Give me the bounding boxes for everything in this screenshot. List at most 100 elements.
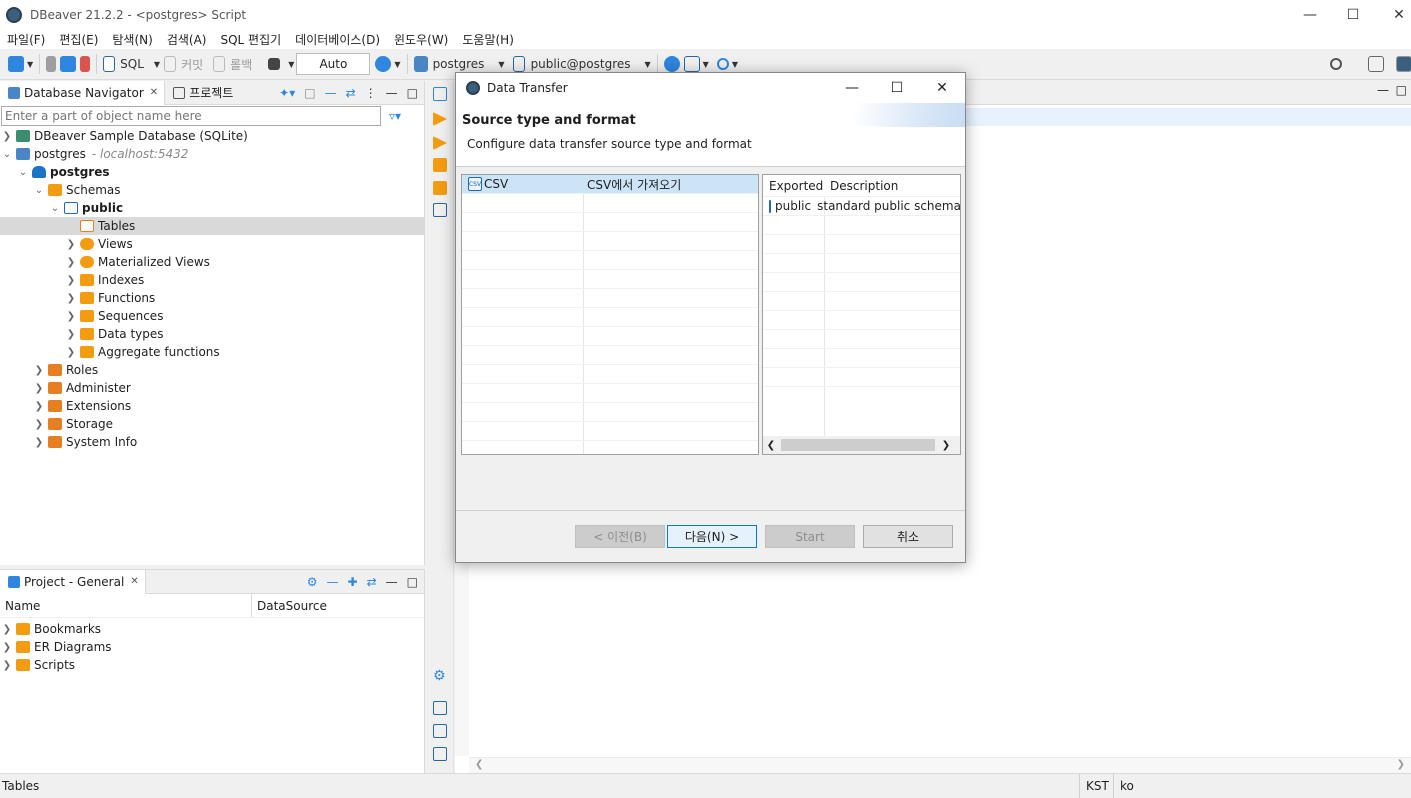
- tree-node-bookmarks[interactable]: ❯ Bookmarks: [0, 620, 424, 638]
- chevron-right-icon[interactable]: ❯: [0, 131, 14, 142]
- close-icon[interactable]: ✕: [919, 73, 965, 103]
- chevron-right-icon[interactable]: ❯: [0, 624, 14, 635]
- editor-horizontal-scrollbar[interactable]: ❮ ❯: [469, 757, 1411, 773]
- tree-node-storage[interactable]: ❯ Storage: [0, 415, 424, 433]
- filter-icon[interactable]: ▿▾: [389, 109, 401, 123]
- scroll-left-icon[interactable]: ❮: [763, 440, 779, 451]
- tree-node-extensions[interactable]: ❯ Extensions: [0, 397, 424, 415]
- tree-node-aggregate-functions[interactable]: ❯ Aggregate functions: [0, 343, 424, 361]
- column-header-name[interactable]: Name: [0, 594, 252, 617]
- file-error-icon[interactable]: [433, 724, 447, 738]
- chevron-right-icon[interactable]: ❯: [64, 257, 78, 268]
- collapse-all-icon[interactable]: —: [325, 86, 337, 100]
- back-button[interactable]: < 이전(B): [575, 525, 665, 548]
- tree-node-sequences[interactable]: ❯ Sequences: [0, 307, 424, 325]
- explain-plan-icon[interactable]: [433, 181, 447, 195]
- rollback-button[interactable]: 롤백: [213, 53, 252, 75]
- close-tab-icon[interactable]: ✕: [130, 576, 138, 587]
- chevron-down-icon[interactable]: ⌄: [16, 167, 30, 178]
- menu-window[interactable]: 윈도우(W): [387, 31, 455, 48]
- tree-node-postgres-connection[interactable]: ⌄ postgres - localhost:5432: [0, 145, 424, 163]
- chevron-down-icon[interactable]: ⌄: [0, 149, 14, 160]
- tree-node-administer[interactable]: ❯ Administer: [0, 379, 424, 397]
- maximize-icon[interactable]: ☐: [874, 73, 920, 103]
- column-header-exported[interactable]: Exported: [763, 179, 824, 193]
- tree-node-scripts[interactable]: ❯ Scripts: [0, 656, 424, 674]
- tab-projects[interactable]: 프로젝트: [165, 81, 239, 105]
- link-editor-icon[interactable]: ⇄: [346, 86, 356, 100]
- maximize-editor-icon[interactable]: □: [1396, 83, 1407, 97]
- chevron-right-icon[interactable]: ❯: [64, 275, 78, 286]
- menu-sql-editor[interactable]: SQL 편집기: [213, 31, 288, 48]
- sql-script-icon[interactable]: [433, 87, 447, 101]
- minimize-view-icon[interactable]: —: [386, 86, 398, 100]
- chevron-right-icon[interactable]: ❯: [32, 365, 46, 376]
- chevron-right-icon[interactable]: ❯: [32, 419, 46, 430]
- maximize-view-icon[interactable]: □: [407, 575, 418, 589]
- chevron-right-icon[interactable]: ❯: [32, 437, 46, 448]
- auto-commit-field[interactable]: Auto: [296, 53, 371, 75]
- scrollbar-thumb[interactable]: [781, 439, 935, 451]
- menu-navigate[interactable]: 탐색(N): [105, 31, 159, 48]
- tree-node-materialized-views[interactable]: ❯ Materialized Views: [0, 253, 424, 271]
- tree-node-functions[interactable]: ❯ Functions: [0, 289, 424, 307]
- tree-node-schemas[interactable]: ⌄ Schemas: [0, 181, 424, 199]
- target-container-table[interactable]: Exported Description public standard pub…: [762, 174, 961, 455]
- chevron-down-icon[interactable]: ⌄: [32, 185, 46, 196]
- menu-search[interactable]: 검색(A): [160, 31, 214, 48]
- execute-script-icon[interactable]: [433, 136, 447, 150]
- view-menu-icon[interactable]: ⋮: [365, 86, 377, 100]
- settings-gear-icon[interactable]: ⚙: [433, 669, 447, 683]
- execute-icon[interactable]: [433, 112, 447, 126]
- list-item[interactable]: CSV CSV CSV에서 가져오기: [462, 175, 758, 194]
- open-perspective-button[interactable]: [1368, 53, 1384, 75]
- table-row[interactable]: public standard public schema: [763, 197, 960, 216]
- chevron-right-icon[interactable]: ❯: [64, 347, 78, 358]
- cancel-button[interactable]: 취소: [863, 525, 953, 548]
- sql-editor-button[interactable]: SQL ▼: [103, 53, 160, 75]
- tab-project-general[interactable]: Project - General ✕: [0, 569, 146, 594]
- new-folder-icon[interactable]: □: [304, 86, 315, 100]
- outline-icon[interactable]: [433, 203, 447, 217]
- maximize-icon[interactable]: ☐: [1330, 0, 1376, 29]
- minimize-editor-icon[interactable]: —: [1377, 83, 1389, 97]
- chevron-right-icon[interactable]: ❯: [32, 401, 46, 412]
- tab-database-navigator[interactable]: Database Navigator ✕: [0, 80, 166, 105]
- tree-node-roles[interactable]: ❯ Roles: [0, 361, 424, 379]
- history-button[interactable]: ▼: [375, 53, 401, 75]
- transaction-mode-button[interactable]: ▼: [268, 53, 294, 75]
- chevron-right-icon[interactable]: ❯: [64, 329, 78, 340]
- commit-button[interactable]: 커밋: [164, 53, 203, 75]
- column-header-datasource[interactable]: DataSource: [252, 599, 327, 613]
- tree-node-public[interactable]: ⌄ public: [0, 199, 424, 217]
- tree-node-postgres-db[interactable]: ⌄ postgres: [0, 163, 424, 181]
- chevron-right-icon[interactable]: ❯: [0, 642, 14, 653]
- scroll-right-icon[interactable]: ❯: [935, 440, 957, 451]
- menu-file[interactable]: 파일(F): [0, 31, 52, 48]
- menu-edit[interactable]: 편집(E): [52, 31, 105, 48]
- tree-node-tables[interactable]: Tables: [0, 217, 424, 235]
- scroll-left-icon[interactable]: ❮: [475, 759, 483, 770]
- close-tab-icon[interactable]: ✕: [150, 87, 158, 98]
- minimize-icon[interactable]: —: [829, 73, 875, 103]
- export-icon[interactable]: [433, 701, 447, 715]
- tree-node-sample-db[interactable]: ❯ DBeaver Sample Database (SQLite): [0, 127, 424, 145]
- next-button[interactable]: 다음(N) >: [667, 525, 757, 548]
- execute-new-tab-icon[interactable]: [433, 158, 447, 172]
- global-search-button[interactable]: [1330, 53, 1342, 75]
- maximize-view-icon[interactable]: □: [407, 86, 418, 100]
- connect-button[interactable]: [46, 53, 57, 75]
- minimize-icon[interactable]: —: [1287, 0, 1333, 29]
- gear-icon[interactable]: ⚙: [307, 575, 318, 589]
- new-connection-button[interactable]: ▼: [8, 53, 33, 75]
- source-format-list[interactable]: CSV CSV CSV에서 가져오기: [461, 174, 759, 455]
- link-editor-icon[interactable]: ⇄: [367, 575, 377, 589]
- start-button[interactable]: Start: [765, 525, 855, 548]
- close-icon[interactable]: ✕: [1376, 0, 1411, 29]
- dbeaver-perspective-button[interactable]: [1396, 53, 1411, 75]
- chevron-right-icon[interactable]: ❯: [0, 660, 14, 671]
- chevron-right-icon[interactable]: ❯: [64, 293, 78, 304]
- object-filter-input[interactable]: [1, 106, 381, 126]
- scroll-right-icon[interactable]: ❯: [1397, 759, 1405, 770]
- file-icon[interactable]: [433, 747, 447, 761]
